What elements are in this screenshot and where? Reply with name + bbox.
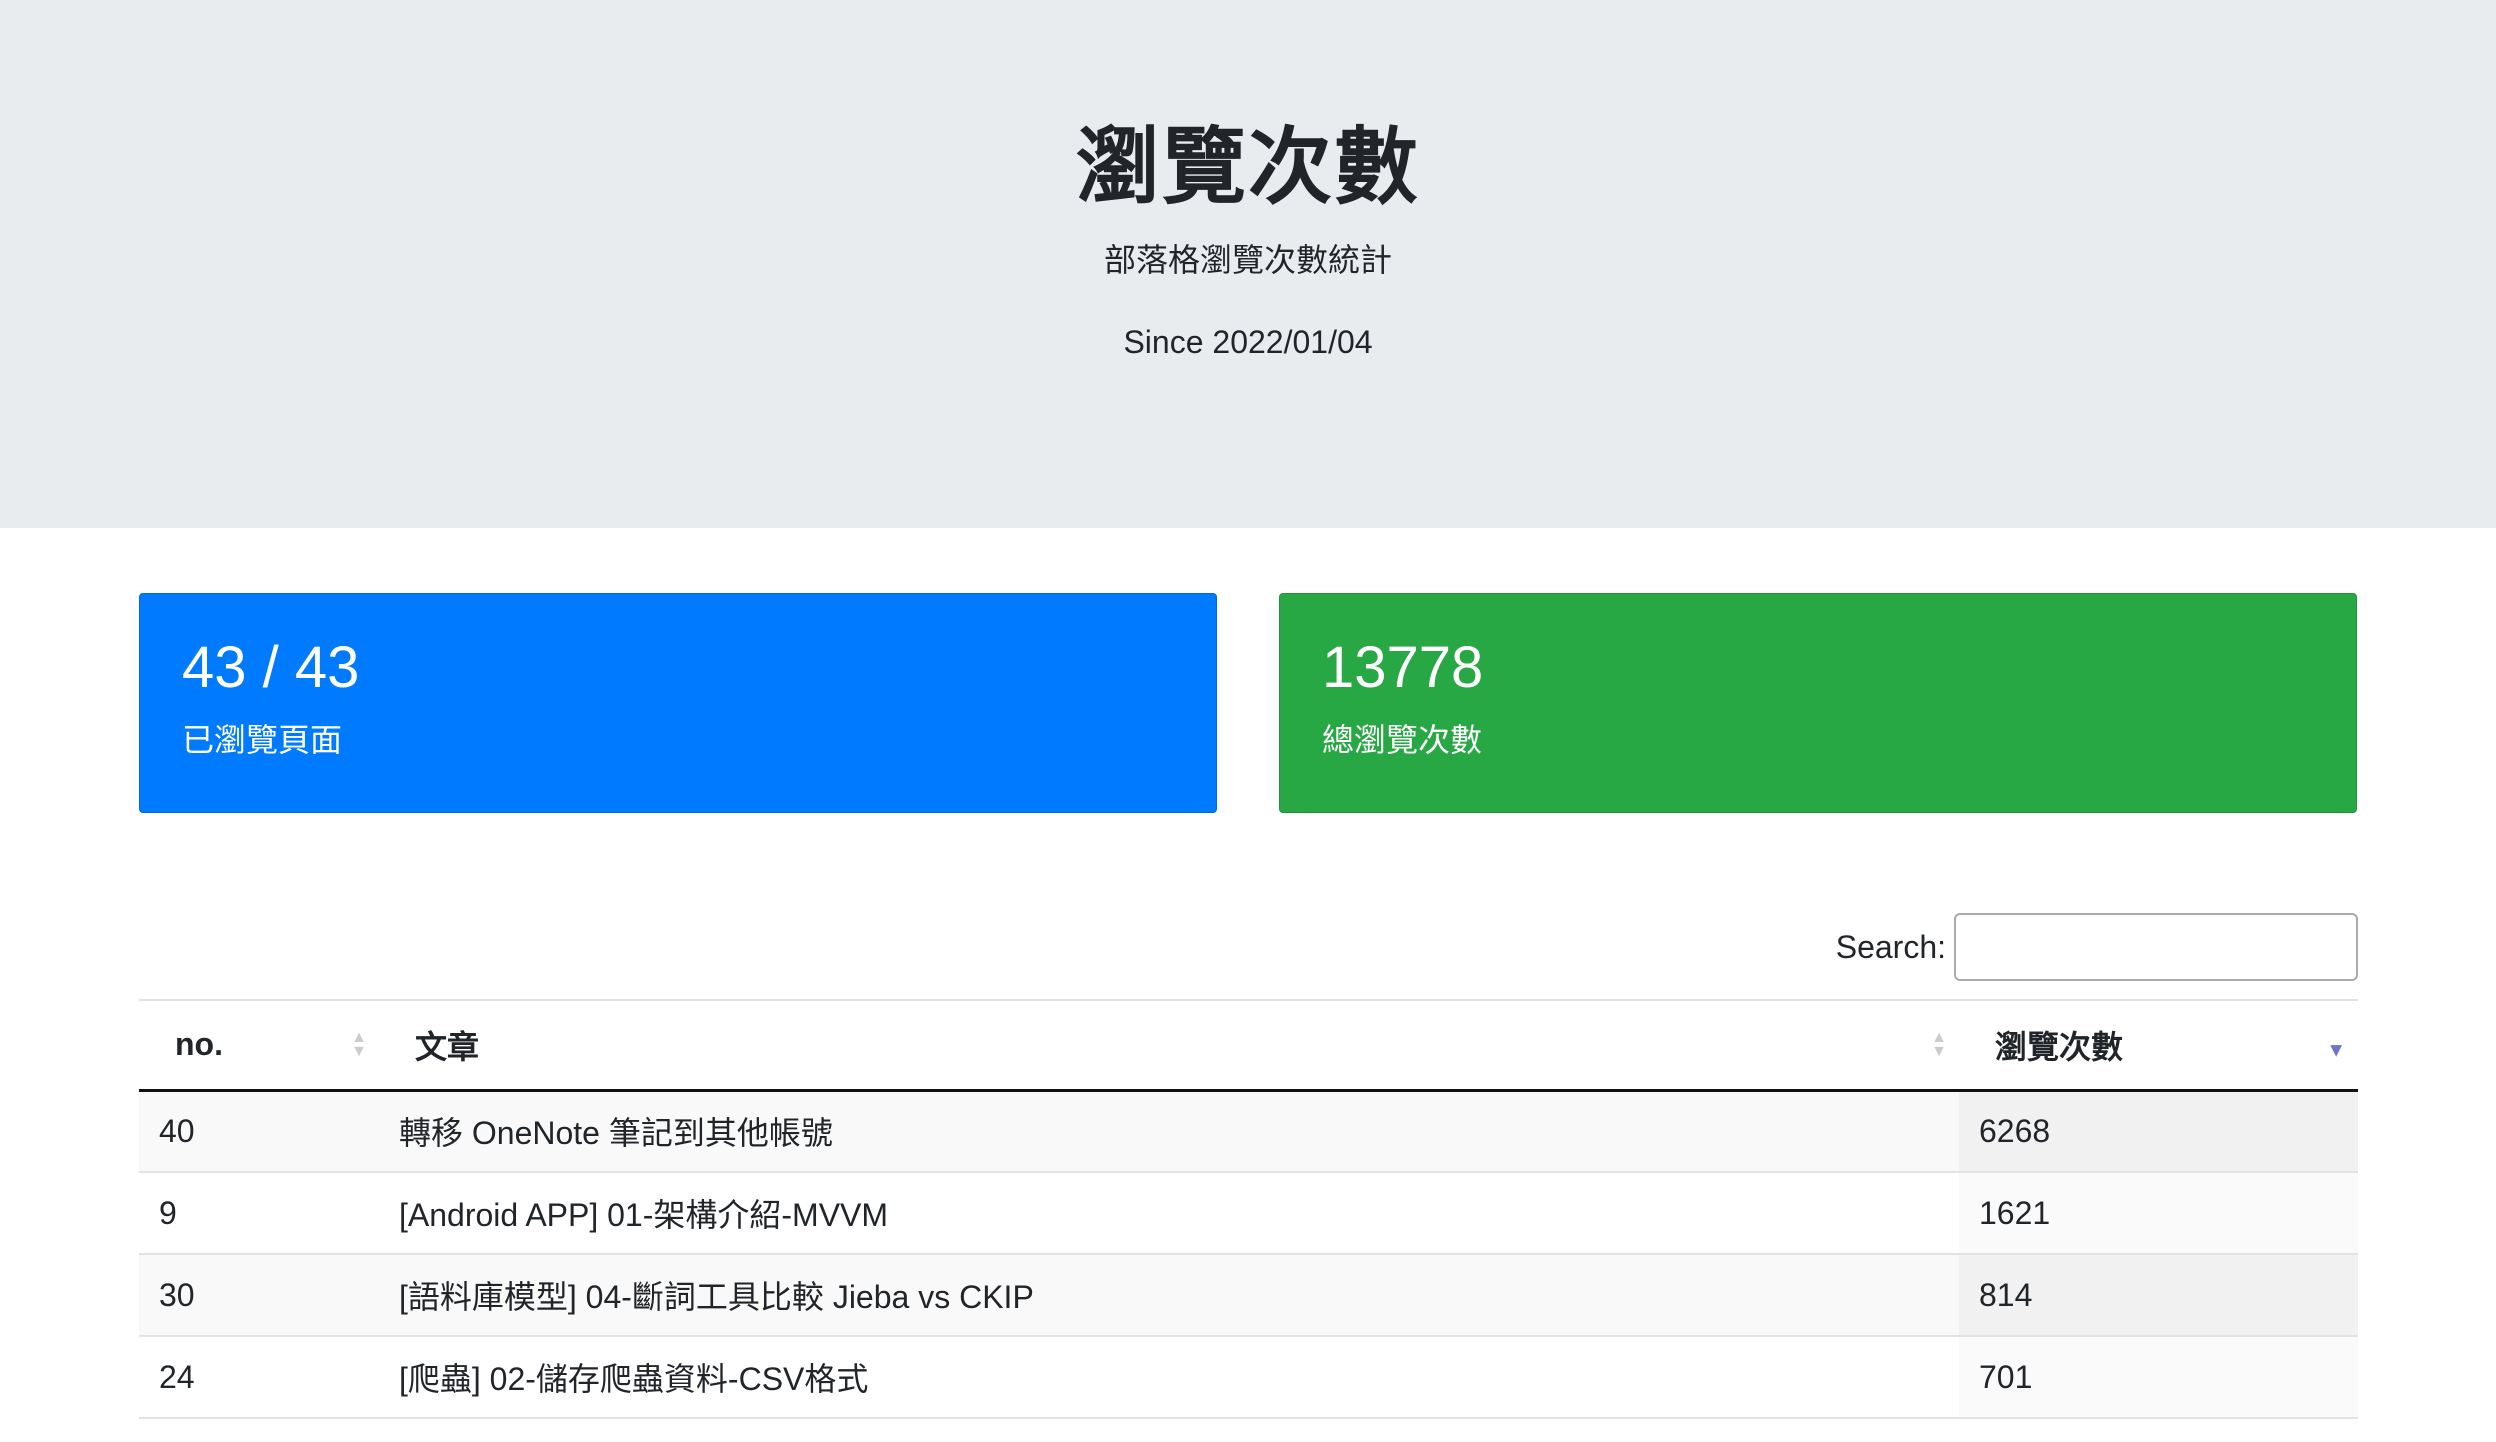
cell-no: 24 (139, 1336, 379, 1419)
cell-title: [Android APP] 01-架構介紹-MVVM (379, 1172, 1959, 1255)
visited-pages-label: 已瀏覽頁面 (182, 722, 343, 758)
total-views-card: 13778 總瀏覽次數 (1279, 593, 2357, 813)
table-row: 9 [Android APP] 01-架構介紹-MVVM 1621 (139, 1172, 2358, 1255)
cell-no: 30 (139, 1254, 379, 1337)
search-input[interactable] (1954, 913, 2358, 981)
header-banner: 瀏覽次數 部落格瀏覽次數統計 Since 2022/01/04 (0, 0, 2496, 528)
cell-views: 1621 (1959, 1172, 2358, 1255)
cell-views: 6268 (1959, 1090, 2358, 1173)
column-header-label: 瀏覽次數 (1995, 1028, 2124, 1065)
cell-title: [語料庫模型] 04-斷詞工具比較 Jieba vs CKIP (379, 1254, 1959, 1337)
views-table: no. ▲ ▼ 文章 ▲ ▼ 瀏覽次數 ▼ 40 轉移 OneNote 筆記到其他帳… (139, 999, 2358, 1419)
cell-views: 814 (1959, 1254, 2358, 1337)
table-row: 40 轉移 OneNote 筆記到其他帳號 6268 (139, 1090, 2358, 1173)
sort-both-icon: ▲ ▼ (1931, 1028, 1947, 1060)
cell-views: 701 (1959, 1336, 2358, 1419)
cell-title: 轉移 OneNote 筆記到其他帳號 (379, 1090, 1959, 1173)
cell-no: 40 (139, 1090, 379, 1173)
since-date: Since 2022/01/04 (1123, 324, 1373, 360)
sort-descending-icon: ▼ (2326, 1039, 2346, 1062)
page-title: 瀏覽次數 (1075, 120, 1420, 214)
page-subtitle: 部落格瀏覽次數統計 (1103, 242, 1392, 278)
column-header-label: no. (175, 1026, 223, 1063)
visited-pages-value: 43 / 43 (182, 635, 360, 700)
column-header-title[interactable]: 文章 ▲ ▼ (379, 999, 1959, 1092)
cell-title: [爬蟲] 02-儲存爬蟲資料-CSV格式 (379, 1336, 1959, 1419)
cell-no: 9 (139, 1172, 379, 1255)
table-row: 30 [語料庫模型] 04-斷詞工具比較 Jieba vs CKIP 814 (139, 1254, 2358, 1337)
views-table-container: no. ▲ ▼ 文章 ▲ ▼ 瀏覽次數 ▼ 40 轉移 OneNote 筆記到其他帳… (139, 999, 2358, 1419)
search-label: Search: (1835, 928, 1946, 965)
column-header-no[interactable]: no. ▲ ▼ (139, 999, 379, 1092)
total-views-label: 總瀏覽次數 (1322, 722, 1483, 758)
table-header-row: no. ▲ ▼ 文章 ▲ ▼ 瀏覽次數 ▼ (139, 999, 2358, 1092)
sort-both-icon: ▲ ▼ (351, 1028, 367, 1060)
table-row: 24 [爬蟲] 02-儲存爬蟲資料-CSV格式 701 (139, 1336, 2358, 1419)
column-header-views[interactable]: 瀏覽次數 ▼ (1959, 999, 2358, 1092)
visited-pages-card: 43 / 43 已瀏覽頁面 (139, 593, 1217, 813)
column-header-label: 文章 (415, 1028, 480, 1065)
table-search: Search: (1836, 911, 2358, 983)
total-views-value: 13778 (1322, 635, 1484, 700)
